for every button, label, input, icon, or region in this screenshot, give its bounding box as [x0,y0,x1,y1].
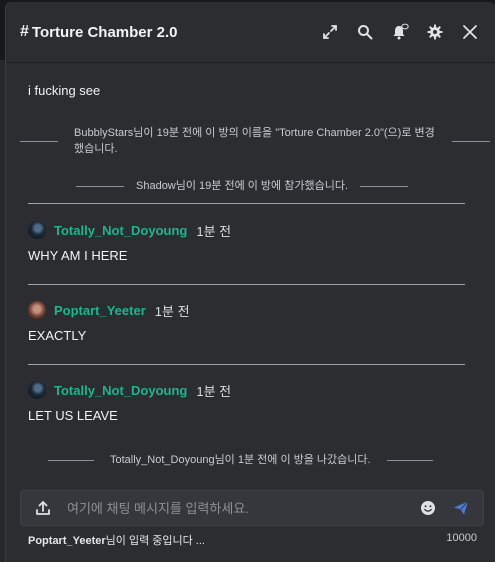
chat-input[interactable] [67,500,411,516]
message-header: Totally_Not_Doyoung 1분 전 [28,380,465,400]
emoji-icon[interactable] [417,500,439,516]
system-message-text: Totally_Not_Doyoung님이 1분 전에 이 방을 나갔습니다. [110,454,371,466]
username[interactable]: Poptart_Yeeter [54,303,146,318]
username[interactable]: Totally_Not_Doyoung [54,383,187,398]
search-icon[interactable] [347,17,382,47]
divider-line [76,185,124,187]
message-list: i fucking see BubblyStars님이 19분 전에 이 방의 … [6,64,495,484]
avatar[interactable] [28,381,46,399]
divider-line [452,140,490,142]
system-message-rename: BubblyStars님이 19분 전에 이 방의 이름을 "Torture C… [20,125,490,157]
system-message-join: Shadow님이 19분 전에 이 방에 참가했습니다. [76,178,446,194]
username[interactable]: Totally_Not_Doyoung [54,223,187,238]
char-limit: 10000 [446,532,477,544]
system-message-text: Shadow님이 19분 전에 이 방에 참가했습니다. [136,180,349,192]
chat-panel: # Torture Chamber 2.0 i fucking see Bubb… [5,2,495,562]
message-item: Totally_Not_Doyoung 1분 전 LET US LEAVE [28,380,465,423]
message-header: Poptart_Yeeter 1분 전 [28,300,465,320]
message-item: Poptart_Yeeter 1분 전 EXACTLY [28,300,465,343]
channel-title: Torture Chamber 2.0 [31,23,178,41]
bell-icon[interactable] [382,17,417,47]
system-message-leave: Totally_Not_Doyoung님이 1분 전에 이 방을 나갔습니다. [48,452,466,468]
header-icons [312,17,487,47]
expand-icon[interactable] [312,17,347,47]
message-body: EXACTLY [28,328,87,343]
message-divider [28,364,465,365]
divider-line [48,459,94,461]
timestamp: 1분 전 [196,223,232,239]
timestamp: 1분 전 [196,383,232,399]
typing-user: Poptart_Yeeter [28,535,106,547]
gear-icon[interactable] [417,17,452,47]
typing-text: 님이 입력 중입니다 ... [105,535,205,547]
avatar[interactable] [28,301,46,319]
message-text: i fucking see [28,83,101,98]
upload-icon[interactable] [31,500,55,516]
message-composer [20,490,484,526]
avatar[interactable] [28,221,46,239]
message-divider [28,203,465,204]
close-icon[interactable] [452,17,487,47]
message-item: Totally_Not_Doyoung 1분 전 WHY AM I HERE [28,220,465,263]
message-body: WHY AM I HERE [28,248,128,263]
channel-hash-icon: # [20,23,29,40]
timestamp: 1분 전 [154,303,190,319]
divider-line [360,185,409,187]
chat-header: # Torture Chamber 2.0 [6,2,495,63]
divider-line [386,459,433,461]
send-icon[interactable] [449,500,473,516]
message-body: LET US LEAVE [28,408,118,423]
divider-line [20,140,58,142]
message-header: Totally_Not_Doyoung 1분 전 [28,220,465,240]
typing-indicator: Poptart_Yeeter님이 입력 중입니다 ... [28,532,205,548]
system-message-text: BubblyStars님이 19분 전에 이 방의 이름을 "Torture C… [74,127,435,155]
message-divider [28,284,465,285]
